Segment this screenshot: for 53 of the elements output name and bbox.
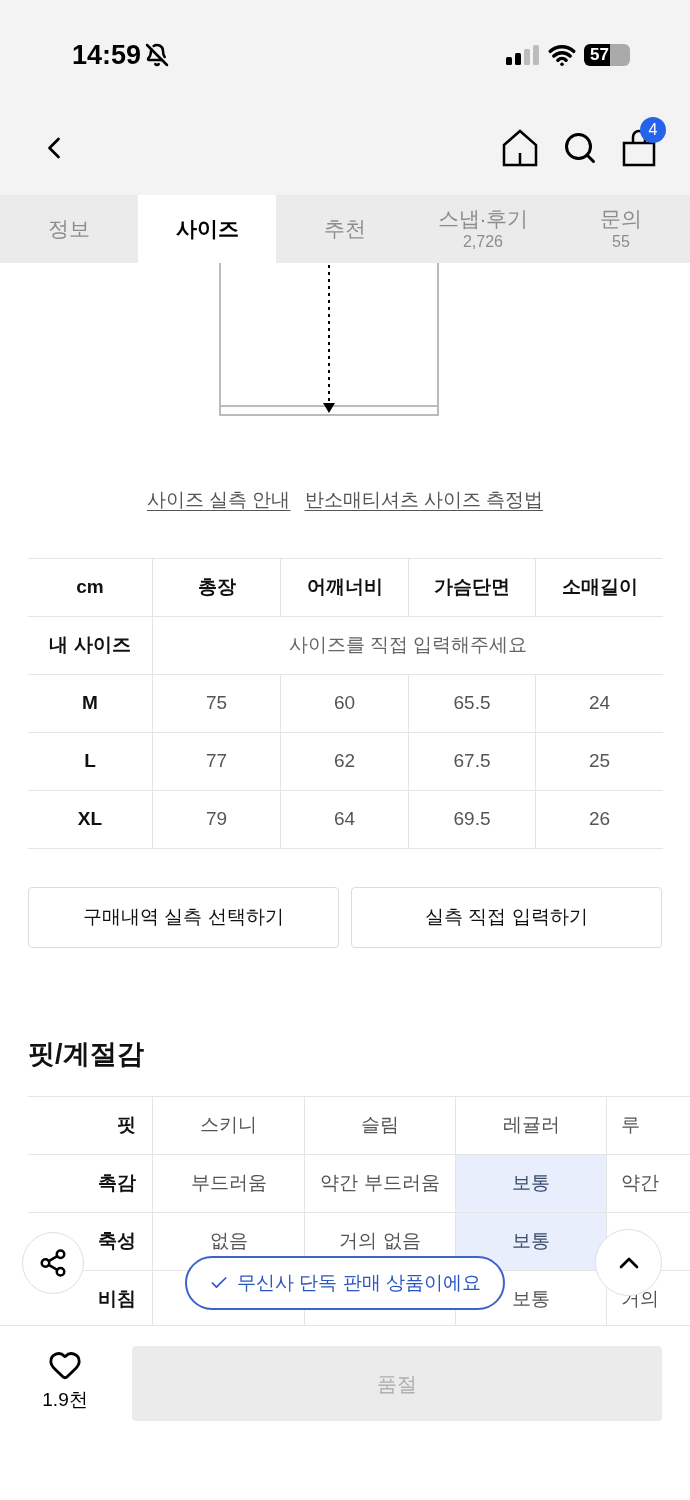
measure-button[interactable]: 구매내역 실측 선택하기 <box>28 886 339 948</box>
measure-button[interactable]: 실측 직접 입력하기 <box>351 886 662 948</box>
fit-option: 없음 <box>209 1227 248 1256</box>
status-time: 14:59 <box>72 38 142 72</box>
row-header: 핏 <box>117 1113 136 1138</box>
tab[interactable]: 사이즈 <box>138 195 276 263</box>
row-header: 비침 <box>98 1287 136 1312</box>
table-cell-text: 25 <box>588 748 611 773</box>
row-header: 축성 <box>98 1229 136 1254</box>
size-label: L <box>84 748 96 773</box>
silent-bell-icon <box>145 43 170 67</box>
fit-option: 약간 <box>621 1169 659 1198</box>
fit-option: 루 <box>621 1111 640 1140</box>
table-cell-text: 65.5 <box>453 690 491 715</box>
guide-link[interactable]: 반소매티셔츠 사이즈 측정법 <box>304 486 544 515</box>
fit-option: 부드러움 <box>190 1169 267 1198</box>
table-cell-text: 75 <box>205 690 228 715</box>
section-title: 핏/계절감 <box>28 1037 145 1071</box>
cart-count-badge: 4 <box>640 116 666 143</box>
share-icon <box>38 1248 68 1278</box>
table-cell-text: 77 <box>205 748 228 773</box>
fit-option: 슬림 <box>361 1111 399 1140</box>
fit-option: 보통 <box>512 1169 550 1198</box>
table-cell-text: 24 <box>588 690 611 715</box>
row-header: 촉감 <box>98 1171 136 1196</box>
my-size-input[interactable]: 사이즈를 직접 입력해주세요 <box>153 616 663 674</box>
guide-link[interactable]: 사이즈 실측 안내 <box>146 486 291 515</box>
fit-option: 보통 <box>512 1227 550 1256</box>
like-button[interactable]: 1.9천 <box>28 1346 102 1415</box>
column-header: 소매길이 <box>561 574 638 599</box>
row-header: 내 사이즈 <box>49 632 131 657</box>
column-header: 어깨너비 <box>306 574 383 599</box>
fit-option: 약간 부드러움 <box>320 1169 440 1198</box>
table-cell-text: 67.5 <box>453 748 491 773</box>
home-icon[interactable] <box>502 128 538 167</box>
fit-option: 거의 없음 <box>339 1227 421 1256</box>
column-header: 가슴단면 <box>434 574 510 599</box>
fit-option: 보통 <box>512 1285 550 1314</box>
table-cell-text: 26 <box>588 806 611 831</box>
battery-indicator: 57 <box>584 44 630 66</box>
size-label: XL <box>77 806 103 831</box>
exclusive-badge: 무신사 단독 판매 상품이에요 <box>185 1256 505 1310</box>
table-cell-text: 62 <box>333 748 356 773</box>
fit-option: 스키니 <box>200 1111 257 1140</box>
signal-icon <box>506 45 540 65</box>
fit-option: 레귤러 <box>502 1111 560 1140</box>
table-cell-text: 64 <box>333 806 356 831</box>
column-header: 총장 <box>197 574 236 599</box>
table-cell-text: 79 <box>205 806 228 831</box>
table-cell-text: 60 <box>333 690 356 715</box>
column-header: cm <box>76 574 104 599</box>
table-cell-text: 69.5 <box>453 806 491 831</box>
size-label: M <box>82 690 98 715</box>
